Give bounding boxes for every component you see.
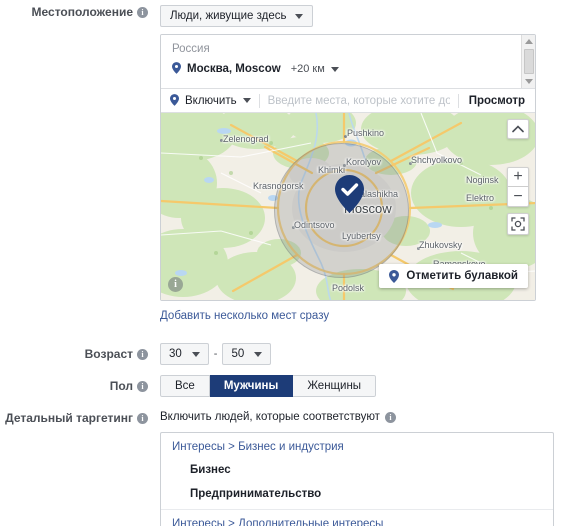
info-icon[interactable]: i bbox=[137, 348, 148, 360]
gender-label: Пол i bbox=[0, 375, 148, 397]
include-chevron-down-icon bbox=[242, 98, 251, 103]
locations-scrollbar[interactable] bbox=[521, 35, 535, 88]
age-min-value: 30 bbox=[169, 348, 182, 360]
minus-icon: − bbox=[513, 187, 523, 205]
targeting-group-title: Интересы > Дополнительные интересы bbox=[172, 518, 384, 526]
audience-type-value: Люди, живущие здесь bbox=[170, 10, 287, 22]
gender-option-men[interactable]: Мужчины bbox=[209, 375, 294, 397]
info-icon[interactable]: i bbox=[137, 6, 148, 18]
location-label-text: Местоположение bbox=[31, 5, 133, 19]
detailed-targeting-field: Включить людей, которые соответствуют i … bbox=[160, 411, 554, 526]
selected-location-pin-icon[interactable] bbox=[335, 175, 364, 213]
age-label: Возраст i bbox=[0, 343, 148, 365]
map-pin-icon bbox=[172, 62, 181, 74]
preview-button[interactable]: Просмотр bbox=[459, 95, 535, 107]
zoom-out-button[interactable]: − bbox=[507, 187, 529, 207]
map-label: Krasnogorsk bbox=[253, 181, 304, 191]
age-range-separator: - bbox=[213, 348, 218, 360]
gender-row: Пол i Все Мужчины Женщины bbox=[0, 375, 377, 397]
zoom-in-button[interactable]: + bbox=[507, 167, 529, 187]
targeting-item[interactable]: Бизнес bbox=[161, 458, 553, 482]
targeting-item[interactable]: Предпринимательство bbox=[161, 482, 553, 506]
map-label: Noginsk bbox=[466, 175, 499, 185]
collapse-map-button[interactable] bbox=[507, 119, 529, 139]
location-country: Россия bbox=[172, 43, 210, 55]
map-label: Pushkino bbox=[347, 128, 385, 138]
map-label: Korolyov bbox=[346, 157, 382, 167]
location-label: Местоположение i bbox=[0, 5, 148, 19]
chevron-up-icon bbox=[512, 125, 524, 133]
age-label-text: Возраст bbox=[84, 347, 133, 361]
location-list-item[interactable]: Москва, Moscow +20 км bbox=[172, 62, 339, 75]
map-attribution-info-icon[interactable]: i bbox=[168, 277, 183, 292]
info-icon[interactable]: i bbox=[137, 412, 148, 424]
locations-panel: Россия Москва, Moscow +20 км Включить Вв… bbox=[160, 34, 536, 301]
drop-pin-button[interactable]: Отметить булавкой bbox=[379, 264, 528, 288]
location-name: Москва, Moscow bbox=[187, 63, 281, 75]
info-icon[interactable]: i bbox=[384, 411, 396, 423]
map-label: Podolsk bbox=[332, 283, 365, 293]
radius-chevron-down-icon[interactable] bbox=[330, 66, 339, 72]
locate-me-button[interactable] bbox=[507, 213, 529, 235]
location-search-row: Включить Просмотр bbox=[161, 88, 535, 112]
location-search-input[interactable] bbox=[259, 94, 458, 107]
location-field: Люди, живущие здесь Россия Москва, Mosco… bbox=[160, 5, 536, 322]
detailed-targeting-label-text: Детальный таргетинг bbox=[5, 411, 133, 425]
age-max-value: 50 bbox=[231, 348, 245, 360]
gender-field: Все Мужчины Женщины bbox=[160, 375, 377, 397]
detailed-targeting-row: Детальный таргетинг i Включить людей, ко… bbox=[0, 411, 554, 526]
audience-type-select[interactable]: Люди, живущие здесь bbox=[160, 5, 313, 27]
chevron-down-icon bbox=[294, 13, 303, 19]
include-people-heading: Включить людей, которые соответствуют i bbox=[160, 411, 554, 423]
audience-targeting-form: Местоположение i Люди, живущие здесь Рос… bbox=[0, 0, 570, 526]
include-exclude-button[interactable]: Включить bbox=[161, 89, 259, 112]
location-map[interactable]: Zelenograd Pushkino Korolyov Shchyolkovo… bbox=[161, 112, 535, 300]
bulk-add-locations-link[interactable]: Добавить несколько мест сразу bbox=[160, 310, 536, 322]
detailed-targeting-label: Детальный таргетинг i bbox=[0, 411, 148, 425]
map-label: Elektro bbox=[466, 193, 495, 203]
gender-option-women[interactable]: Женщины bbox=[293, 375, 377, 397]
map-label: Zhukovsky bbox=[419, 240, 463, 250]
targeting-selection-box[interactable]: Интересы > Бизнес и индустрия Бизнес Пре… bbox=[160, 432, 554, 526]
include-label: Включить bbox=[185, 94, 237, 107]
map-label: Lyubertsy bbox=[342, 231, 381, 241]
gender-option-all[interactable]: Все bbox=[160, 375, 210, 397]
selected-locations-list: Россия Москва, Moscow +20 км bbox=[161, 35, 535, 88]
scroll-up-icon[interactable] bbox=[522, 35, 535, 48]
targeting-group-title: Интересы > Бизнес и индустрия bbox=[172, 441, 344, 453]
map-label: Odintsovo bbox=[294, 220, 335, 230]
age-row: Возраст i 30 - 50 bbox=[0, 343, 272, 365]
plus-icon: + bbox=[513, 168, 523, 185]
age-min-select[interactable]: 30 bbox=[160, 343, 209, 365]
location-row: Местоположение i Люди, живущие здесь Рос… bbox=[0, 5, 536, 322]
age-max-select[interactable]: 50 bbox=[222, 343, 272, 365]
chevron-down-icon bbox=[254, 351, 263, 357]
include-pin-icon bbox=[170, 93, 179, 106]
scroll-down-icon[interactable] bbox=[522, 75, 535, 88]
map-label: Khimki bbox=[318, 165, 346, 175]
drop-pin-label: Отметить булавкой bbox=[406, 270, 518, 282]
chevron-down-icon bbox=[191, 351, 200, 357]
gender-label-text: Пол bbox=[109, 379, 133, 393]
scrollbar-thumb[interactable] bbox=[524, 49, 534, 74]
crosshair-location-icon bbox=[511, 217, 525, 231]
age-field: 30 - 50 bbox=[160, 343, 272, 365]
map-label: Zelenograd bbox=[223, 134, 269, 144]
gender-segmented-control: Все Мужчины Женщины bbox=[160, 375, 377, 397]
info-icon[interactable]: i bbox=[137, 380, 148, 392]
include-people-text: Включить людей, которые соответствуют bbox=[160, 411, 380, 423]
map-label: Shchyolkovo bbox=[411, 155, 463, 165]
location-radius: +20 км bbox=[290, 63, 325, 75]
drop-pin-icon bbox=[389, 269, 400, 283]
